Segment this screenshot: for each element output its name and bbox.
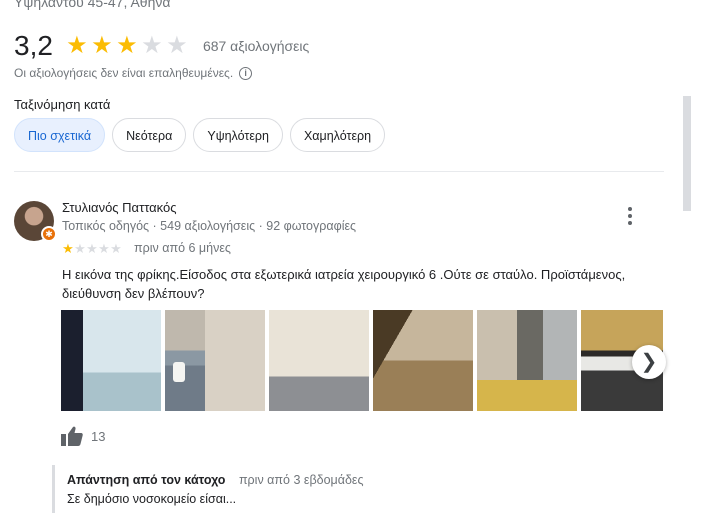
rating-stars: ★ ★ ★ ★ ★ bbox=[65, 34, 189, 58]
chevron-right-icon[interactable]: ❯ bbox=[632, 345, 666, 379]
divider bbox=[14, 171, 664, 172]
sort-chip-highest[interactable]: Υψηλότερη bbox=[193, 118, 283, 152]
local-guide-badge-icon: ✱ bbox=[41, 226, 57, 242]
reviewer-name[interactable]: Στυλιανός Παττακός bbox=[62, 200, 177, 215]
place-address: Υψηλάντου 45-47, Αθήνα bbox=[14, 0, 171, 10]
star-empty-icon: ★ bbox=[86, 240, 98, 256]
unverified-notice: Οι αξιολογήσεις δεν είναι επαληθευμένες.… bbox=[14, 66, 253, 80]
review-count[interactable]: 687 αξιολογήσεις bbox=[203, 38, 309, 54]
like-count: 13 bbox=[91, 428, 106, 444]
rating-summary: 3,2 ★ ★ ★ ★ ★ 687 αξιολογήσεις bbox=[14, 28, 309, 64]
review-photos bbox=[61, 310, 663, 411]
review-photo[interactable] bbox=[269, 310, 369, 411]
sort-chips: Πιο σχετικά Νεότερα Υψηλότερη Χαμηλότερη bbox=[14, 118, 386, 152]
info-icon[interactable]: i bbox=[239, 66, 253, 80]
sort-chip-most-relevant[interactable]: Πιο σχετικά bbox=[14, 118, 106, 152]
scrollbar-thumb[interactable] bbox=[683, 96, 691, 211]
unverified-text: Οι αξιολογήσεις δεν είναι επαληθευμένες. bbox=[14, 66, 234, 80]
reply-owner-label: Απάντηση από τον κάτοχο bbox=[67, 473, 226, 487]
reply-date: πριν από 3 εβδομάδες bbox=[238, 473, 364, 487]
review-photo[interactable] bbox=[165, 310, 265, 411]
sort-label: Ταξινόμηση κατά bbox=[14, 97, 111, 112]
reviewer-meta[interactable]: Τοπικός οδηγός · 549 αξιολογήσεις · 92 φ… bbox=[62, 219, 356, 233]
avatar[interactable]: ✱ bbox=[14, 201, 57, 242]
star-icon: ★ bbox=[62, 240, 74, 256]
like-row: 13 bbox=[61, 426, 105, 446]
more-options-icon[interactable] bbox=[624, 205, 636, 227]
owner-reply: Απάντηση από τον κάτοχο πριν από 3 εβδομ… bbox=[52, 465, 675, 513]
star-empty-icon: ★ bbox=[98, 240, 110, 256]
review-photo[interactable] bbox=[477, 310, 577, 411]
reply-header: Απάντηση από τον κάτοχο πριν από 3 εβδομ… bbox=[67, 473, 364, 487]
review-text: Η εικόνα της φρίκης.Είσοδος στα εξωτερικ… bbox=[62, 267, 626, 301]
rating-value: 3,2 bbox=[14, 30, 53, 61]
review-photo[interactable] bbox=[61, 310, 161, 411]
star-empty-icon: ★ bbox=[141, 32, 163, 59]
star-icon: ★ bbox=[116, 32, 138, 59]
review-date: πριν από 6 μήνες bbox=[134, 241, 231, 255]
star-icon: ★ bbox=[66, 32, 88, 59]
sort-chip-newest[interactable]: Νεότερα bbox=[112, 118, 187, 152]
review-rating: ★ ★ ★ ★ ★ πριν από 6 μήνες bbox=[62, 241, 231, 255]
reply-text: Σε δημόσιο νοσοκομείο είσαι... bbox=[67, 492, 237, 506]
sort-chip-lowest[interactable]: Χαμηλότερη bbox=[289, 118, 386, 152]
thumbs-up-icon[interactable] bbox=[61, 426, 83, 446]
star-empty-icon: ★ bbox=[166, 32, 188, 59]
reviews-panel: Υψηλάντου 45-47, Αθήνα 3,2 ★ ★ ★ ★ ★ 687… bbox=[0, 0, 707, 513]
star-empty-icon: ★ bbox=[110, 240, 122, 256]
star-icon: ★ bbox=[91, 32, 113, 59]
star-empty-icon: ★ bbox=[74, 240, 86, 256]
review-photo[interactable] bbox=[373, 310, 473, 411]
